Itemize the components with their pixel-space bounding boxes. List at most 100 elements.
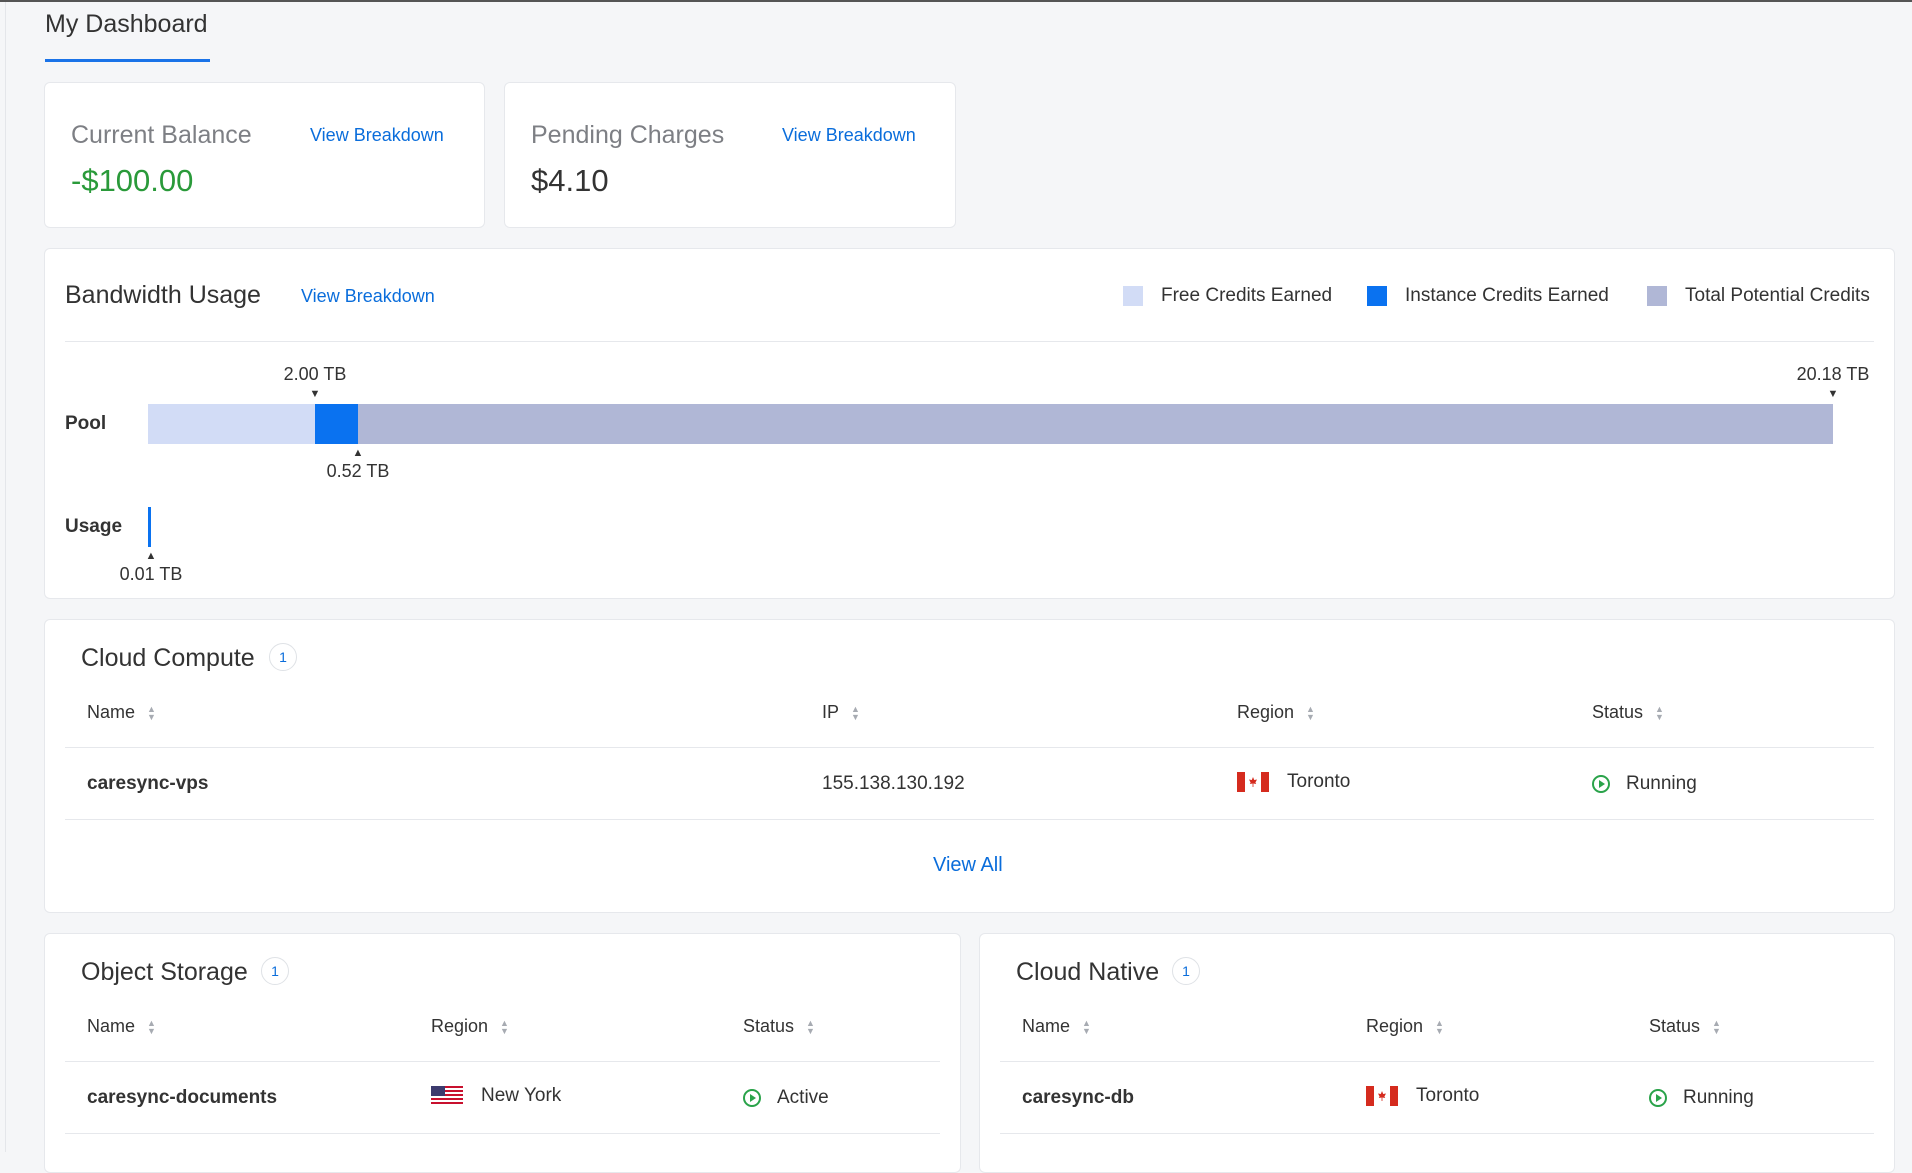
bandwidth-divider xyxy=(65,341,1874,342)
native-row-name[interactable]: caresync-db xyxy=(1022,1087,1134,1109)
cloud-native-title: Cloud Native xyxy=(1016,958,1160,986)
current-balance-value: -$100.00 xyxy=(71,163,194,198)
running-status-icon xyxy=(1592,775,1610,793)
storage-header-name[interactable]: Name ▲ ▼ xyxy=(87,1016,156,1037)
storage-header-region-label: Region xyxy=(431,1016,489,1036)
legend-free-label: Free Credits Earned xyxy=(1161,285,1333,306)
us-flag-icon xyxy=(431,1086,463,1106)
sort-icon: ▲ ▼ xyxy=(1712,1017,1721,1036)
bandwidth-view-breakdown-link[interactable]: View Breakdown xyxy=(301,286,435,307)
native-header-region-label: Region xyxy=(1366,1016,1424,1036)
legend-free-credits: Free Credits Earned xyxy=(1123,285,1332,307)
active-tab-indicator xyxy=(45,59,210,62)
total-credits-marker-label: 20.18 TB xyxy=(1796,364,1870,384)
legend-total-credits: Total Potential Credits xyxy=(1647,285,1870,307)
native-header-status-label: Status xyxy=(1649,1016,1701,1036)
legend-total-label: Total Potential Credits xyxy=(1685,285,1870,306)
sort-icon: ▲ ▼ xyxy=(500,1017,509,1036)
sort-icon: ▲ ▼ xyxy=(806,1017,815,1036)
usage-bar xyxy=(148,507,151,547)
canada-flag-icon xyxy=(1366,1086,1398,1106)
legend-instance-label: Instance Credits Earned xyxy=(1405,285,1609,306)
native-header-region[interactable]: Region ▲ ▼ xyxy=(1366,1016,1444,1037)
storage-header-name-label: Name xyxy=(87,1016,136,1036)
storage-header-region[interactable]: Region ▲ ▼ xyxy=(431,1016,509,1037)
pool-bar-total xyxy=(148,404,1833,444)
usage-marker-arrow: ▲ xyxy=(145,550,157,562)
compute-header-region-label: Region xyxy=(1237,702,1295,722)
storage-row-status-label: Active xyxy=(777,1087,829,1108)
current-balance-view-breakdown-link[interactable]: View Breakdown xyxy=(310,125,444,146)
sort-icon: ▲ ▼ xyxy=(851,703,860,722)
compute-row-divider xyxy=(65,819,1874,820)
left-border xyxy=(5,2,6,1152)
bandwidth-usage-title: Bandwidth Usage xyxy=(65,281,261,309)
pending-charges-view-breakdown-link[interactable]: View Breakdown xyxy=(782,125,916,146)
storage-row-region-label: New York xyxy=(481,1085,562,1106)
native-row-region-label: Toronto xyxy=(1416,1085,1480,1106)
usage-marker-label: 0.01 TB xyxy=(119,564,183,584)
active-status-icon xyxy=(743,1089,761,1107)
compute-header-name-label: Name xyxy=(87,702,136,722)
pool-label: Pool xyxy=(65,413,107,434)
pool-bar-instance xyxy=(315,404,358,444)
native-row-status: Running xyxy=(1649,1087,1754,1109)
sort-icon: ▲ ▼ xyxy=(1435,1017,1444,1036)
sort-icon: ▲ ▼ xyxy=(147,1017,156,1036)
sort-icon: ▲ ▼ xyxy=(1082,1017,1091,1036)
compute-row-name[interactable]: caresync-vps xyxy=(87,773,208,795)
native-row-status-label: Running xyxy=(1683,1087,1754,1108)
object-storage-count-badge: 1 xyxy=(261,957,289,985)
compute-row-status-label: Running xyxy=(1626,773,1697,794)
usage-label: Usage xyxy=(65,516,123,537)
legend-swatch-free xyxy=(1123,286,1143,306)
compute-header-ip-label: IP xyxy=(822,702,840,722)
native-header-divider xyxy=(1000,1061,1874,1062)
storage-row-divider xyxy=(65,1133,940,1134)
pool-bar-free xyxy=(148,404,315,444)
compute-header-divider xyxy=(65,747,1874,748)
compute-header-name[interactable]: Name ▲ ▼ xyxy=(87,702,156,723)
native-row-region: Toronto xyxy=(1366,1085,1479,1107)
instance-credits-marker-arrow: ▲ xyxy=(352,447,364,459)
cloud-compute-count-badge: 1 xyxy=(269,643,297,671)
storage-row-name[interactable]: caresync-documents xyxy=(87,1087,277,1109)
current-balance-card: Current Balance View Breakdown -$100.00 xyxy=(44,82,485,228)
storage-header-divider xyxy=(65,1061,940,1062)
object-storage-card: Object Storage 1 Name ▲ ▼ Region ▲ ▼ Statu… xyxy=(44,933,961,1173)
native-header-status[interactable]: Status ▲ ▼ xyxy=(1649,1016,1721,1037)
compute-row-region: Toronto xyxy=(1237,771,1350,793)
tab-my-dashboard[interactable]: My Dashboard xyxy=(45,10,208,39)
bandwidth-usage-card: Bandwidth Usage View Breakdown Free Cred… xyxy=(44,248,1895,599)
instance-credits-marker-label: 0.52 TB xyxy=(326,461,390,481)
cloud-native-count-badge: 1 xyxy=(1172,957,1200,985)
compute-row-ip: 155.138.130.192 xyxy=(822,773,965,794)
compute-header-ip[interactable]: IP ▲ ▼ xyxy=(822,702,860,723)
current-balance-title: Current Balance xyxy=(71,121,252,149)
sort-icon: ▲ ▼ xyxy=(1306,703,1315,722)
sort-icon: ▲ ▼ xyxy=(147,703,156,722)
compute-row-status: Running xyxy=(1592,773,1697,795)
native-header-name-label: Name xyxy=(1022,1016,1071,1036)
compute-header-status[interactable]: Status ▲ ▼ xyxy=(1592,702,1664,723)
cloud-compute-card: Cloud Compute 1 Name ▲ ▼ IP ▲ ▼ Region ▲ ▼ … xyxy=(44,619,1895,913)
compute-view-all-link[interactable]: View All xyxy=(933,854,1003,877)
canada-flag-icon xyxy=(1237,772,1269,792)
cloud-native-card: Cloud Native 1 Name ▲ ▼ Region ▲ ▼ Status … xyxy=(979,933,1895,1173)
running-status-icon xyxy=(1649,1089,1667,1107)
pending-charges-card: Pending Charges View Breakdown $4.10 xyxy=(504,82,956,228)
sort-icon: ▲ ▼ xyxy=(1655,703,1664,722)
total-credits-marker-arrow: ▼ xyxy=(1827,388,1839,400)
compute-header-region[interactable]: Region ▲ ▼ xyxy=(1237,702,1315,723)
legend-instance-credits: Instance Credits Earned xyxy=(1367,285,1609,307)
storage-header-status[interactable]: Status ▲ ▼ xyxy=(743,1016,815,1037)
storage-row-region: New York xyxy=(431,1085,561,1107)
free-credits-marker-arrow: ▼ xyxy=(309,388,321,400)
cloud-compute-title: Cloud Compute xyxy=(81,644,255,672)
storage-header-status-label: Status xyxy=(743,1016,795,1036)
legend-swatch-total xyxy=(1647,286,1667,306)
top-border xyxy=(0,0,1912,2)
native-header-name[interactable]: Name ▲ ▼ xyxy=(1022,1016,1091,1037)
legend-swatch-instance xyxy=(1367,286,1387,306)
storage-row-status: Active xyxy=(743,1087,829,1109)
